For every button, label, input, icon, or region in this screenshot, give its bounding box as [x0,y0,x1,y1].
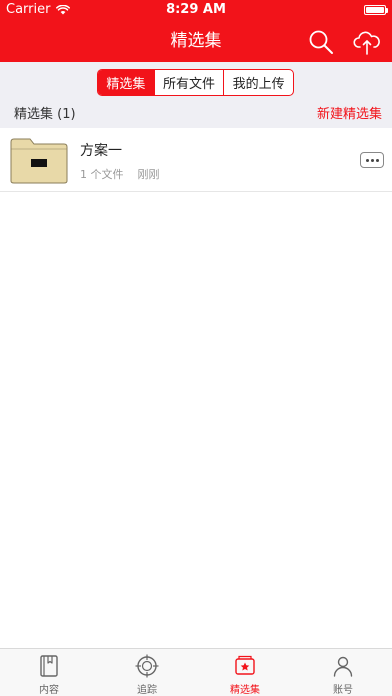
status-time: 8:29 AM [166,2,226,17]
segment-all-files[interactable]: 所有文件 [153,70,224,95]
item-meta: 1 个文件 刚刚 [80,166,160,182]
more-dot [375,158,379,162]
more-dot [365,158,369,162]
battery-cap [386,8,388,13]
tab-tracking[interactable]: 追踪 [98,649,196,696]
status-right [364,0,388,20]
item-file-count: 1 个文件 [80,168,124,181]
nav-bar: 精选集 [0,20,392,62]
folder-icon [10,138,68,184]
tab-account[interactable]: 账号 [294,649,392,696]
target-icon [135,654,159,678]
section-header: 精选集 (1) 新建精选集 [0,102,392,128]
cloud-upload-icon[interactable] [353,28,381,56]
section-title: 精选集 (1) [14,107,76,122]
battery-icon [364,5,388,15]
search-icon[interactable] [307,28,335,56]
tab-bar: 内容 追踪 精选集 账号 [0,648,392,696]
tab-content[interactable]: 内容 [0,649,98,696]
tab-label: 精选集 [230,685,260,696]
segment-bar: 精选集 所有文件 我的上传 [0,62,392,102]
item-title: 方案一 [80,143,122,159]
collection-icon [235,655,255,675]
tab-collections[interactable]: 精选集 [196,649,294,696]
top-header: Carrier 8:29 AM 精选集 [0,0,392,62]
list-item[interactable]: 方案一 1 个文件 刚刚 [0,128,392,192]
more-dot [370,158,374,162]
book-icon [40,655,58,677]
user-icon [333,656,353,677]
battery-level [366,7,384,13]
app-screen: Carrier 8:29 AM 精选集 精选集 所有文件 我的上传 精选集 (1… [0,0,392,696]
item-time: 刚刚 [137,168,160,181]
tab-label: 账号 [333,685,353,696]
segment-my-uploads[interactable]: 我的上传 [223,70,293,95]
tab-label: 追踪 [137,685,157,696]
collection-list: 方案一 1 个文件 刚刚 [0,128,392,192]
status-bar: Carrier 8:29 AM [0,0,392,20]
tab-label: 内容 [39,685,59,696]
segmented-control: 精选集 所有文件 我的上传 [97,69,294,96]
new-collection-button[interactable]: 新建精选集 [317,102,382,128]
segment-collections[interactable]: 精选集 [98,70,154,95]
more-options-icon[interactable] [360,152,384,168]
